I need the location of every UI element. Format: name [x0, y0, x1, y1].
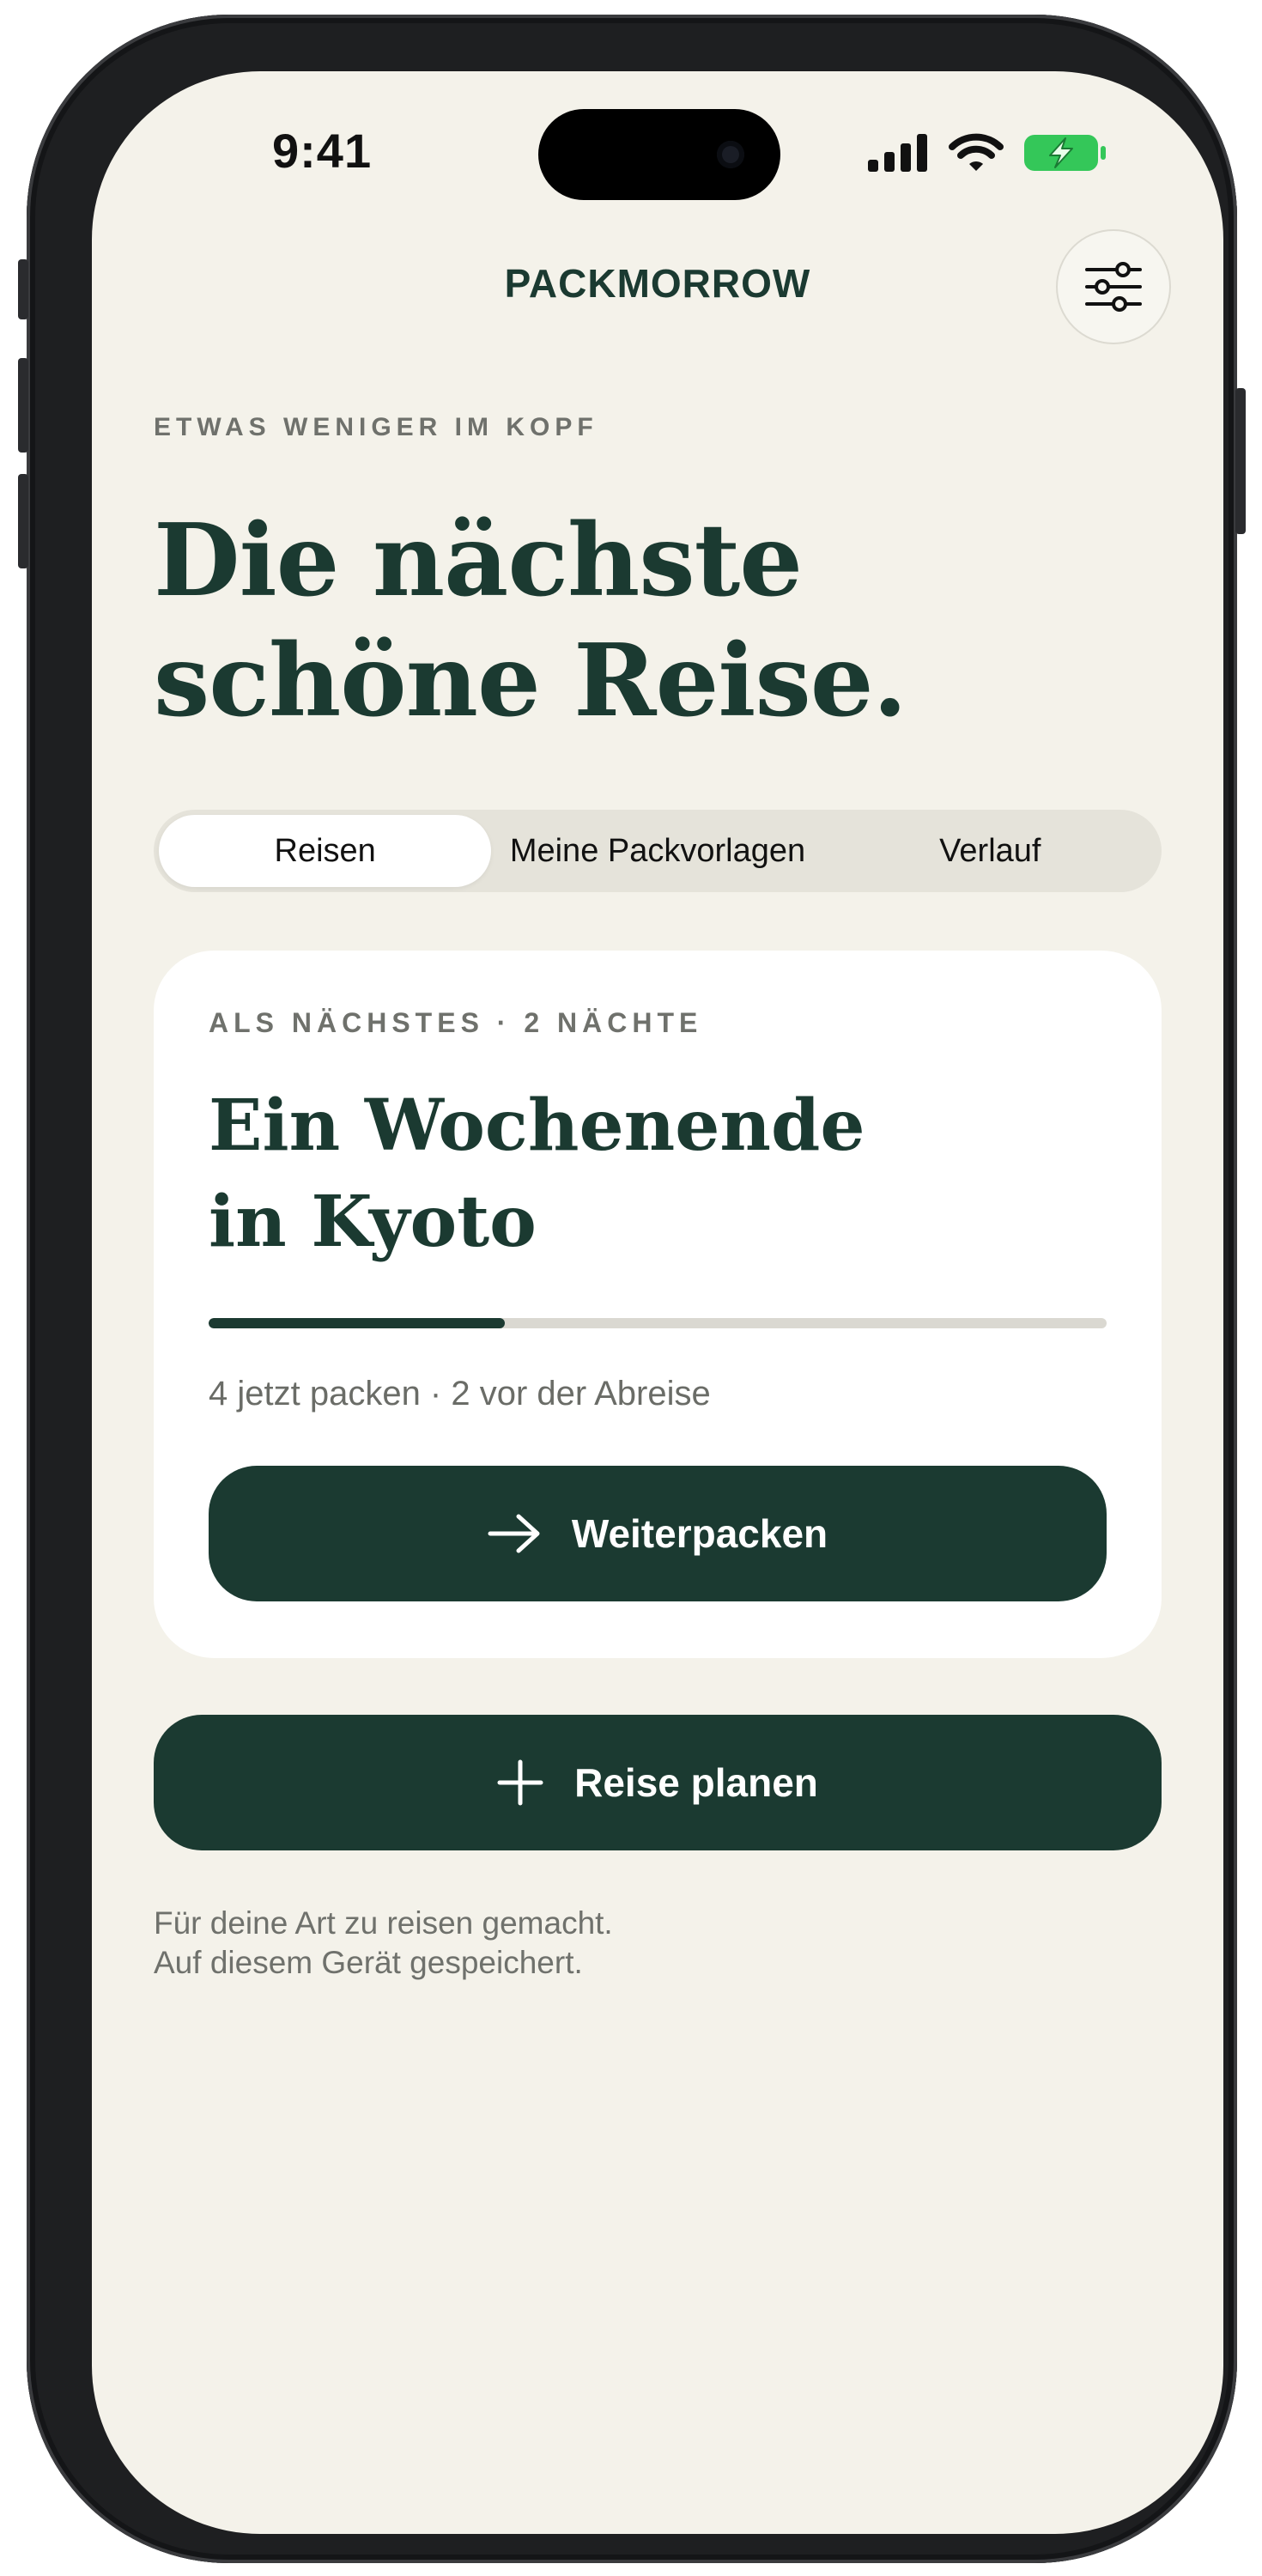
battery-charging-icon [1024, 135, 1106, 171]
headline-line-1: Die nächste [154, 502, 803, 619]
arrow-right-icon [488, 1514, 540, 1553]
phone-frame: 9:41 PACKMORROW ETWAS WENIGER IM KOPF Di… [18, 15, 1246, 2563]
front-camera [717, 141, 744, 168]
settings-button[interactable] [1056, 229, 1171, 344]
tab-verlauf[interactable]: Verlauf [824, 815, 1156, 887]
plus-icon [497, 1759, 543, 1806]
app-screen: 9:41 PACKMORROW ETWAS WENIGER IM KOPF Di… [92, 71, 1223, 2534]
mute-switch [18, 259, 28, 319]
headline-line-2: schöne Reise. [154, 623, 907, 739]
tab-bar: Reisen Meine Packvorlagen Verlauf [154, 810, 1162, 892]
tab-reisen[interactable]: Reisen [159, 815, 492, 887]
plan-trip-button[interactable]: Reise planen [154, 1715, 1162, 1850]
app-title: PACKMORROW [504, 261, 811, 306]
volume-up-button [18, 358, 28, 453]
tab-packvorlagen[interactable]: Meine Packvorlagen [491, 815, 823, 887]
footnote-line-1: Für deine Art zu reisen gemacht. [154, 1905, 613, 1941]
plan-trip-label: Reise planen [574, 1760, 818, 1805]
continue-packing-label: Weiterpacken [571, 1511, 828, 1556]
power-button [1235, 388, 1246, 534]
trip-meta: 4 jetzt packen · 2 vor der Abreise [209, 1375, 711, 1413]
footnote: Für deine Art zu reisen gemacht. Auf die… [154, 1904, 613, 1983]
trip-title-line-2: in Kyoto [209, 1181, 537, 1263]
hero-eyebrow: ETWAS WENIGER IM KOPF [154, 413, 598, 441]
trip-title-line-1: Ein Wochenende [209, 1084, 865, 1167]
dynamic-island [538, 109, 780, 200]
trip-title: Ein Wochenende in Kyoto [209, 1078, 1067, 1270]
page-headline: Die nächste schöne Reise. [154, 501, 1098, 741]
cellular-signal-icon [868, 134, 927, 172]
packing-progress-fill [209, 1318, 506, 1328]
continue-packing-button[interactable]: Weiterpacken [209, 1466, 1107, 1601]
next-trip-card: ALS NÄCHSTES · 2 NÄCHTE Ein Wochenende i… [154, 951, 1162, 1658]
footnote-line-2: Auf diesem Gerät gespeichert. [154, 1945, 583, 1980]
status-time: 9:41 [272, 124, 373, 178]
volume-down-button [18, 474, 28, 568]
wifi-icon [949, 133, 1004, 171]
packing-progress-bar [209, 1318, 1107, 1328]
status-icons [868, 131, 1107, 174]
trip-eyebrow: ALS NÄCHSTES · 2 NÄCHTE [209, 1007, 703, 1038]
sliders-icon [1085, 262, 1142, 312]
